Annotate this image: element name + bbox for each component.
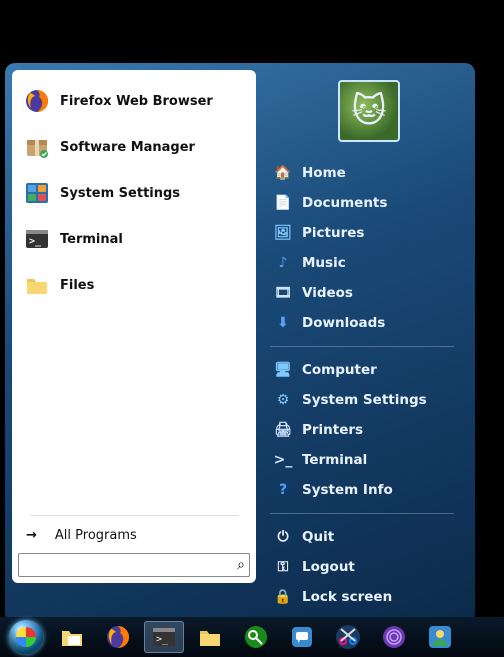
- pinned-app-software[interactable]: Software Manager: [18, 124, 250, 170]
- place-item-label: System Info: [302, 482, 393, 498]
- settings-icon: ⚙: [274, 391, 292, 409]
- all-programs-label: All Programs: [55, 528, 137, 543]
- place-item-label: Terminal: [302, 452, 367, 468]
- user-avatar-icon: 🐱: [338, 80, 400, 142]
- taskbar-firefox-tb[interactable]: [98, 621, 138, 653]
- taskbar-snip[interactable]: [328, 621, 368, 653]
- divider: [270, 346, 454, 347]
- place-item-label: Computer: [302, 362, 377, 378]
- pinned-app-firefox[interactable]: Firefox Web Browser: [18, 78, 250, 124]
- place-item-label: Music: [302, 255, 346, 271]
- start-menu-left-panel: Firefox Web Browser Software Manager Syste…: [12, 70, 256, 583]
- place-item-quit[interactable]: ⏻ Quit: [270, 522, 468, 552]
- start-menu: Firefox Web Browser Software Manager Syste…: [5, 63, 475, 623]
- document-icon: 📄: [274, 194, 292, 212]
- keepass-icon: [243, 624, 269, 650]
- divider: [30, 515, 238, 516]
- place-item-system-info[interactable]: ? System Info: [270, 475, 468, 505]
- pinned-app-files[interactable]: Files: [18, 262, 250, 308]
- place-item-label: System Settings: [302, 392, 427, 408]
- terminal-icon: >_: [274, 451, 292, 469]
- place-item-printers[interactable]: 🖨 Printers: [270, 415, 468, 445]
- info-icon: ?: [274, 481, 292, 499]
- place-item-computer[interactable]: 🖥 Computer: [270, 355, 468, 385]
- place-item-label: Logout: [302, 559, 355, 575]
- place-item-logout[interactable]: ⚿ Logout: [270, 552, 468, 582]
- place-item-label: Videos: [302, 285, 353, 301]
- folder-icon: [197, 624, 223, 650]
- place-item-label: Lock screen: [302, 589, 392, 605]
- taskbar-files-tb[interactable]: [52, 621, 92, 653]
- printer-icon: 🖨: [274, 421, 292, 439]
- file-manager-icon: [59, 624, 85, 650]
- pinned-app-terminal[interactable]: >_ Terminal: [18, 216, 250, 262]
- key-icon: ⚿: [274, 558, 292, 576]
- terminal-icon: >_: [151, 624, 177, 650]
- snip-icon: [335, 624, 361, 650]
- taskbar: >_: [0, 617, 504, 657]
- place-item-videos[interactable]: 🎞 Videos: [270, 278, 468, 308]
- pinned-app-label: Terminal: [60, 232, 123, 247]
- place-item-label: Documents: [302, 195, 387, 211]
- taskbar-terminal-tb[interactable]: >_: [144, 621, 184, 653]
- svg-text:>_: >_: [29, 236, 42, 247]
- firefox-icon: [105, 624, 131, 650]
- svg-text:>_: >_: [156, 634, 169, 645]
- firefox-icon: [24, 88, 50, 114]
- video-icon: 🎞: [274, 284, 292, 302]
- pinned-app-label: Files: [60, 278, 94, 293]
- taskbar-chat[interactable]: [282, 621, 322, 653]
- download-icon: ⬇: [274, 314, 292, 332]
- pinned-app-label: Software Manager: [60, 140, 195, 155]
- search-box[interactable]: ⌕: [18, 553, 250, 577]
- user-avatar-frame[interactable]: 🐱: [270, 80, 468, 142]
- place-item-pictures[interactable]: 🖼 Pictures: [270, 218, 468, 248]
- place-item-system-settings[interactable]: ⚙ System Settings: [270, 385, 468, 415]
- start-menu-right-panel: 🐱 🏠 Home 📄 Documents 🖼 Pictures ♪ Music 🎞 Videos ⬇…: [256, 70, 468, 616]
- pinned-app-settings[interactable]: System Settings: [18, 170, 250, 216]
- place-item-music[interactable]: ♪ Music: [270, 248, 468, 278]
- search-icon: ⌕: [237, 557, 245, 573]
- taskbar-folder-tb[interactable]: [190, 621, 230, 653]
- place-item-label: Quit: [302, 529, 334, 545]
- start-orb-icon: [9, 620, 43, 654]
- folder-icon: [24, 272, 50, 298]
- computer-icon: 🖥: [274, 361, 292, 379]
- place-item-label: Pictures: [302, 225, 364, 241]
- terminal-icon: >_: [24, 226, 50, 252]
- pinned-app-label: Firefox Web Browser: [60, 94, 213, 109]
- taskbar-user[interactable]: [420, 621, 460, 653]
- pinned-app-label: System Settings: [60, 186, 180, 201]
- home-icon: 🏠: [274, 164, 292, 182]
- lock-icon: 🔒: [274, 588, 292, 606]
- all-programs-button[interactable]: → All Programs: [18, 522, 250, 553]
- taskbar-start[interactable]: [6, 621, 46, 653]
- place-item-documents[interactable]: 📄 Documents: [270, 188, 468, 218]
- user-icon: [427, 624, 453, 650]
- settings-panel-icon: [24, 180, 50, 206]
- taskbar-keepass[interactable]: [236, 621, 276, 653]
- place-item-home[interactable]: 🏠 Home: [270, 158, 468, 188]
- place-item-lock[interactable]: 🔒 Lock screen: [270, 582, 468, 612]
- power-icon: ⏻: [274, 528, 292, 546]
- search-input[interactable]: [23, 558, 237, 573]
- pinned-app-list: Firefox Web Browser Software Manager Syste…: [18, 78, 250, 515]
- place-item-label: Home: [302, 165, 346, 181]
- place-item-terminal2[interactable]: >_ Terminal: [270, 445, 468, 475]
- music-icon: ♪: [274, 254, 292, 272]
- taskbar-tor[interactable]: [374, 621, 414, 653]
- chat-icon: [289, 624, 315, 650]
- divider: [270, 513, 454, 514]
- tor-icon: [381, 624, 407, 650]
- package-icon: [24, 134, 50, 160]
- picture-icon: 🖼: [274, 224, 292, 242]
- place-item-label: Downloads: [302, 315, 385, 331]
- arrow-right-icon: →: [26, 528, 37, 543]
- place-item-label: Printers: [302, 422, 363, 438]
- place-item-downloads[interactable]: ⬇ Downloads: [270, 308, 468, 338]
